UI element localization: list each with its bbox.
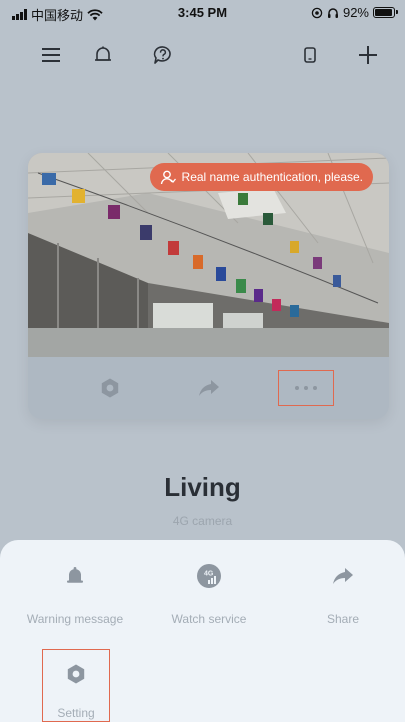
bell-icon [67,567,83,583]
warning-message-option[interactable]: Warning message [20,558,130,626]
camera-settings-button[interactable] [90,370,130,406]
warning-message-label: Warning message [26,612,124,626]
help-chat-icon [153,46,171,64]
svg-text:4G: 4G [204,571,214,578]
camera-share-button[interactable] [189,370,229,406]
menu-icon [42,48,60,62]
more-icon [295,386,317,390]
watch-service-label: Watch service [171,612,247,626]
camera-feed[interactable]: Real name authentication, please. [28,153,389,357]
share-icon [333,568,353,584]
add-icon [359,46,377,64]
device-name: Living [164,472,241,502]
battery-icon [373,7,398,18]
4g-icon: 4G [197,564,221,588]
bell-icon [95,46,111,61]
camera-card-actions [28,357,389,419]
settings-icon [101,378,119,398]
location-icon [311,7,323,18]
help-button[interactable] [146,38,180,72]
device-button[interactable] [293,38,327,72]
real-name-auth-banner[interactable]: Real name authentication, please. [149,163,373,191]
user-auth-icon [160,170,176,185]
camera-card[interactable]: Real name authentication, please. [28,153,389,419]
share-label: Share [326,612,360,626]
share-icon [199,380,219,396]
headphones-icon [327,7,338,18]
share-option[interactable]: Share [288,558,398,626]
real-name-auth-text: Real name authentication, please. [181,170,363,184]
setting-highlight [42,649,110,722]
notifications-button[interactable] [86,38,120,72]
battery-percent: 92% [342,5,369,20]
watch-service-option[interactable]: 4G Watch service [154,558,264,626]
status-bar: 中国移动 3:45 PM 92% [0,0,405,26]
camera-more-button[interactable] [278,370,334,406]
top-toolbar [0,38,405,72]
app-screen: 中国移动 3:45 PM 92% Real name authenticatio… [0,0,405,722]
add-device-button[interactable] [351,38,385,72]
status-right: 92% [311,5,398,20]
device-type: 4G camera [172,514,233,528]
device-icon [304,47,316,63]
menu-button[interactable] [34,38,68,72]
